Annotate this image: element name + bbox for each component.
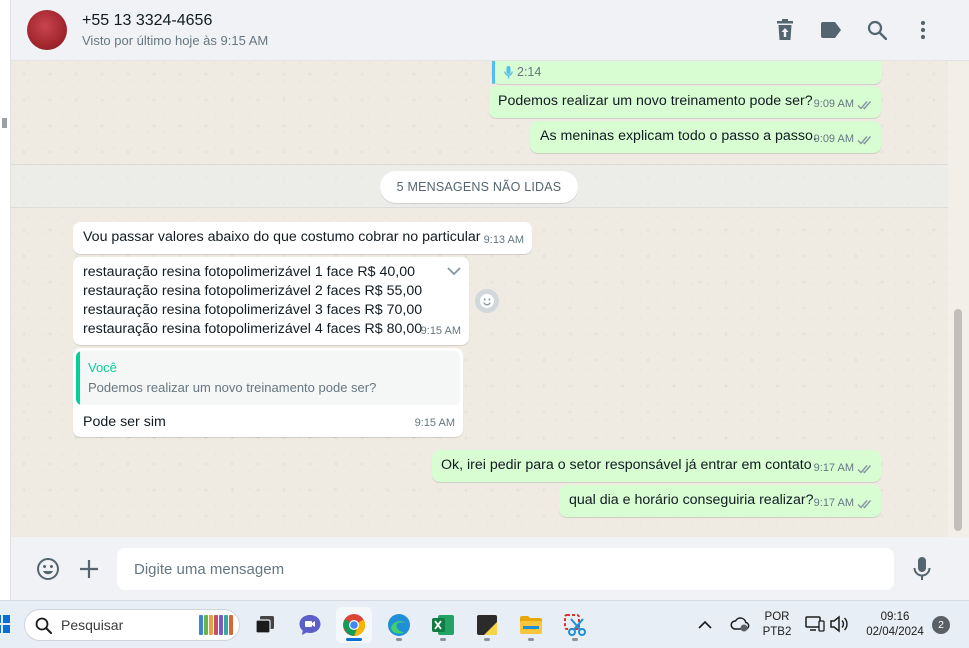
- chat-header: +55 13 3324-4656 Visto por último hoje à…: [11, 0, 969, 61]
- emoji-icon[interactable]: [35, 556, 61, 582]
- message-text: Ok, irei pedir para o setor responsável …: [441, 457, 812, 473]
- active-app-indicator: [346, 638, 362, 641]
- file-explorer-icon[interactable]: [513, 607, 549, 643]
- message-time: 9:15 AM: [420, 325, 461, 337]
- books-widget-icon: [199, 615, 233, 635]
- sticky-notes-icon[interactable]: [469, 607, 505, 643]
- windows-start-icon[interactable]: [0, 615, 10, 633]
- message-meta: 9:17 AM: [814, 459, 873, 478]
- avatar[interactable]: [27, 10, 67, 50]
- app-indicator: [572, 638, 578, 641]
- message-text: Pode ser sim: [83, 414, 166, 430]
- double-check-icon: [857, 135, 872, 145]
- message-meta: 9:15 AM: [415, 414, 455, 433]
- taskbar-clock[interactable]: 09:16 02/04/2024: [856, 610, 934, 640]
- task-view-icon[interactable]: [247, 607, 283, 643]
- chevron-up-icon[interactable]: [698, 617, 712, 635]
- double-check-icon: [857, 464, 872, 474]
- snipping-tool-icon[interactable]: [557, 607, 593, 643]
- edge-icon[interactable]: [381, 607, 417, 643]
- header-actions: [773, 18, 935, 42]
- message-time: 9:13 AM: [483, 234, 524, 246]
- message-outgoing[interactable]: Ok, irei pedir para o setor responsável …: [432, 450, 881, 482]
- clock-date: 02/04/2024: [866, 626, 924, 638]
- price-line: restauração resina fotopolimerizável 1 f…: [83, 264, 416, 280]
- quote-text: Podemos realizar um novo treinamento pod…: [88, 380, 377, 395]
- contact-info[interactable]: +55 13 3324-4656 Visto por último hoje à…: [82, 11, 268, 50]
- message-time: 9:17 AM: [813, 497, 854, 509]
- menu-icon[interactable]: [911, 18, 935, 42]
- react-emoji-icon[interactable]: [475, 289, 499, 313]
- app-indicator: [440, 638, 446, 641]
- message-time: 9:15 AM: [414, 417, 455, 429]
- microphone-icon[interactable]: [909, 556, 935, 582]
- search-icon: [35, 617, 52, 634]
- audio-duration: 2:14: [517, 65, 542, 79]
- message-time: 9:17 AM: [813, 462, 854, 474]
- attach-plus-icon[interactable]: [76, 556, 102, 582]
- excel-icon[interactable]: [425, 607, 461, 643]
- app-indicator: [396, 638, 402, 641]
- app-indicator: [484, 638, 490, 641]
- chrome-icon[interactable]: [336, 607, 372, 643]
- windows-taskbar: Pesquisar POR PTB2 09:16 02/04/2024 2: [0, 600, 969, 648]
- message-meta: 9:15 AM: [421, 322, 461, 341]
- double-check-icon: [857, 100, 872, 110]
- message-meta: 9:09 AM: [814, 95, 873, 114]
- chevron-down-icon[interactable]: [447, 263, 461, 282]
- audio-duration-row: 2:14: [504, 63, 541, 82]
- language-line-1: POR: [764, 611, 790, 623]
- notification-badge[interactable]: 2: [932, 616, 950, 634]
- app-indicator: [528, 638, 534, 641]
- volume-icon[interactable]: [829, 615, 849, 638]
- double-check-icon: [857, 499, 872, 509]
- network-icon[interactable]: [805, 615, 825, 638]
- message-text: Vou passar valores abaixo do que costumo…: [83, 229, 481, 245]
- taskbar-search-label: Pesquisar: [61, 617, 124, 633]
- input-language[interactable]: POR PTB2: [760, 610, 794, 640]
- audio-message[interactable]: 2:14: [492, 61, 882, 84]
- quote-author: Você: [88, 360, 117, 375]
- message-meta: 9:09 AM: [814, 130, 873, 149]
- label-icon[interactable]: [819, 18, 843, 42]
- message-text: qual dia e horário conseguiria realizar?: [569, 492, 814, 508]
- message-incoming[interactable]: restauração resina fotopolimerizável 1 f…: [73, 257, 469, 345]
- scrollbar-thumb[interactable]: [954, 309, 962, 531]
- strip-marker: [2, 118, 7, 128]
- clock-time: 09:16: [880, 611, 910, 623]
- audio-bar: [492, 61, 495, 84]
- contact-status: Visto por último hoje às 9:15 AM: [82, 32, 269, 48]
- composer: [11, 537, 969, 600]
- contact-name: +55 13 3324-4656: [82, 11, 213, 29]
- mic-small-icon: [504, 66, 513, 79]
- message-time: 9:09 AM: [813, 133, 854, 145]
- message-incoming[interactable]: Vou passar valores abaixo do que costumo…: [73, 222, 532, 254]
- unread-messages-label: 5 MENSAGENS NÃO LIDAS: [380, 171, 578, 203]
- quoted-message[interactable]: Você Podemos realizar um novo treinament…: [76, 351, 460, 405]
- quote-bar: [76, 351, 80, 405]
- left-window-strip: [0, 0, 11, 600]
- price-line: restauração resina fotopolimerizável 4 f…: [83, 321, 423, 337]
- search-icon[interactable]: [865, 18, 889, 42]
- message-list[interactable]: 2:14 Podemos realizar um novo treinament…: [11, 61, 948, 537]
- message-text: As meninas explicam todo o passo a passo…: [540, 128, 817, 144]
- chat-scrollbar[interactable]: [948, 61, 969, 537]
- onedrive-icon[interactable]: [729, 615, 751, 638]
- message-incoming-reply[interactable]: Você Podemos realizar um novo treinament…: [73, 348, 463, 437]
- price-line: restauração resina fotopolimerizável 2 f…: [83, 283, 423, 299]
- teams-chat-icon[interactable]: [292, 607, 328, 643]
- price-line: restauração resina fotopolimerizável 3 f…: [83, 302, 423, 318]
- message-input[interactable]: [117, 548, 894, 590]
- trash-icon[interactable]: [773, 18, 797, 42]
- message-outgoing[interactable]: qual dia e horário conseguiria realizar?…: [559, 485, 881, 517]
- message-text: Podemos realizar um novo treinamento pod…: [498, 93, 813, 109]
- message-outgoing[interactable]: As meninas explicam todo o passo a passo…: [530, 121, 881, 153]
- message-meta: 9:17 AM: [814, 494, 873, 513]
- language-line-2: PTB2: [762, 626, 792, 638]
- price-list: restauração resina fotopolimerizável 1 f…: [83, 263, 422, 339]
- message-meta: 9:13 AM: [484, 231, 524, 250]
- message-outgoing[interactable]: Podemos realizar um novo treinamento pod…: [489, 86, 881, 118]
- message-time: 9:09 AM: [813, 98, 854, 110]
- taskbar-search[interactable]: Pesquisar: [24, 609, 240, 641]
